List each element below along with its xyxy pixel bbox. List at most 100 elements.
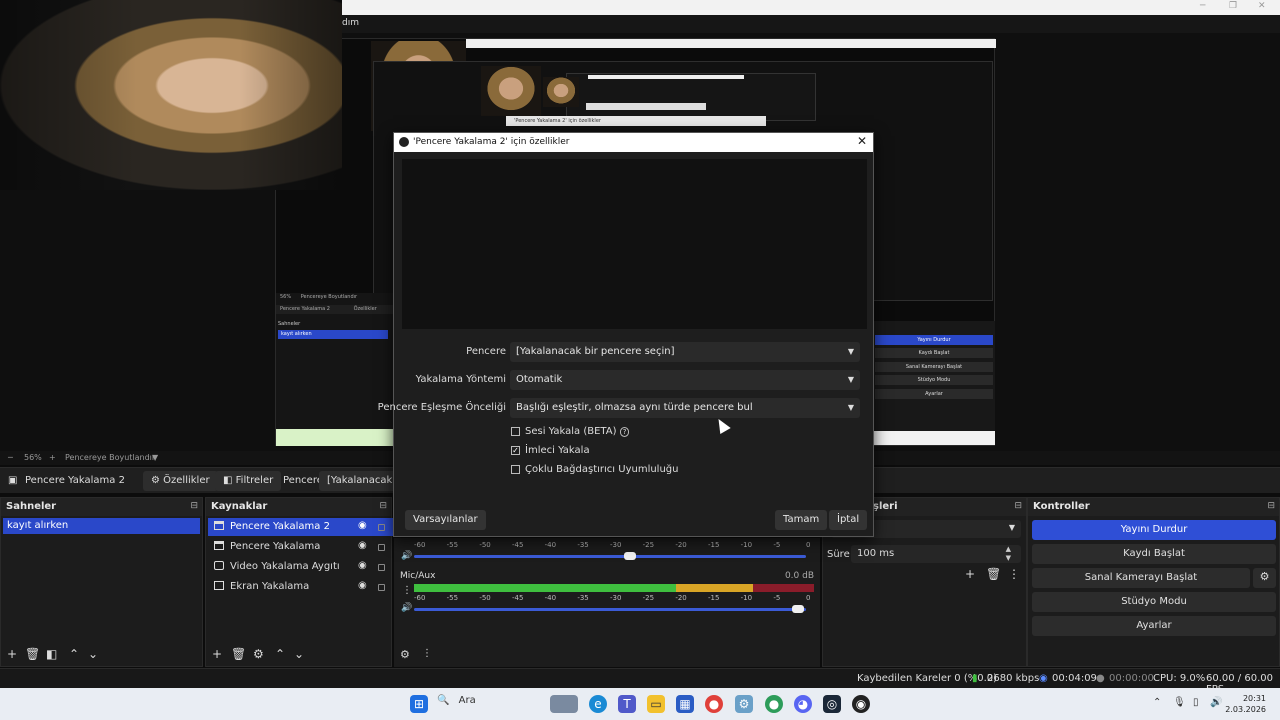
studio-mode-button[interactable]: Stüdyo Modu — [1032, 592, 1276, 612]
slider-knob[interactable] — [792, 605, 805, 613]
microphone-icon[interactable]: 🎙 — [1173, 697, 1186, 708]
lock-icon[interactable] — [378, 524, 385, 531]
mixer-settings-icon[interactable]: ⚙ — [400, 648, 410, 661]
chrome-profile-icon[interactable]: ● — [765, 695, 783, 713]
volume-slider[interactable] — [414, 605, 806, 613]
window-select[interactable]: [Yakalanacak bir pencere seçin] ▼ — [510, 342, 860, 362]
move-down-icon[interactable]: ⌄ — [294, 647, 304, 661]
steam-icon[interactable]: ◎ — [823, 695, 841, 713]
scenes-title-text: Sahneler — [6, 501, 57, 512]
slider-knob[interactable] — [623, 552, 636, 560]
source-row[interactable]: Pencere Yakalama ◉ — [208, 538, 396, 556]
discord-icon[interactable]: ◕ — [794, 695, 812, 713]
tray-chevron-icon[interactable]: ⌃ — [1153, 697, 1161, 708]
trash-icon[interactable]: 🗑 — [25, 647, 40, 661]
chevron-down-icon[interactable]: ▼ — [152, 453, 158, 462]
start-record-button[interactable]: Kaydı Başlat — [1032, 544, 1276, 564]
help-icon[interactable]: ? — [619, 427, 630, 437]
move-up-icon[interactable]: ⌃ — [69, 647, 79, 661]
add-icon[interactable]: + — [212, 647, 222, 661]
gear-icon[interactable]: ⚙ — [1253, 568, 1276, 588]
meter-tick-label: -10 — [740, 594, 753, 602]
eye-icon[interactable]: ◉ — [358, 540, 367, 551]
add-icon[interactable]: + — [7, 647, 17, 661]
minimize-icon[interactable]: ─ — [1200, 1, 1205, 11]
meter-tick-label: -40 — [544, 594, 557, 602]
undock-icon[interactable]: ⊟ — [1267, 501, 1275, 511]
stop-stream-button[interactable]: Yayını Durdur — [1032, 520, 1276, 540]
undock-icon[interactable]: ⊟ — [379, 501, 387, 511]
plus-icon[interactable]: + — [49, 453, 56, 462]
duration-input[interactable]: 100 ms ▲ ▼ — [851, 545, 1021, 563]
properties-button[interactable]: ⚙ Özellikler — [143, 471, 218, 491]
speaker-icon[interactable]: 🔊 — [401, 551, 412, 561]
spin-up-icon[interactable]: ▲ — [1006, 545, 1011, 553]
defaults-button[interactable]: Varsayılanlar — [405, 510, 486, 530]
window-select[interactable]: [Yakalanacak bir p — [319, 471, 399, 491]
lock-icon[interactable] — [378, 564, 385, 571]
lock-icon[interactable] — [378, 544, 385, 551]
volume-slider[interactable] — [414, 552, 806, 560]
filters-button[interactable]: ◧ Filtreler — [215, 471, 282, 491]
trash-icon[interactable]: 🗑 — [231, 647, 246, 661]
edge-icon[interactable]: e — [589, 695, 607, 713]
source-row[interactable]: Ekran Yakalama ◉ — [208, 578, 396, 596]
cancel-button[interactable]: İptal — [829, 510, 868, 530]
source-label: Video Yakalama Aygıtı — [230, 561, 340, 572]
more-icon[interactable]: ⋮ — [1008, 567, 1020, 581]
zoom-fit-label[interactable]: Pencereye Boyutlandır — [65, 453, 155, 462]
dialog-titlebar: 'Pencere Yakalama 2' için özellikler ✕ — [394, 133, 873, 152]
lock-icon[interactable] — [378, 584, 385, 591]
store-icon[interactable]: ▦ — [676, 695, 694, 713]
eye-icon[interactable]: ◉ — [358, 560, 367, 571]
scene-item[interactable]: kayıt alırken — [3, 518, 200, 534]
filter-icon[interactable]: ◧ — [46, 647, 57, 661]
obs-taskbar-icon[interactable]: ◉ — [852, 695, 870, 713]
close-icon[interactable]: ✕ — [857, 134, 867, 148]
trash-icon[interactable]: 🗑 — [986, 567, 1001, 581]
speaker-icon[interactable]: 🔊 — [401, 603, 412, 613]
more-icon[interactable]: ⋮ — [402, 585, 412, 596]
taskbar-search[interactable]: 🔍 Ara — [437, 695, 476, 706]
zoom-level[interactable]: 56% — [24, 453, 42, 462]
maximize-icon[interactable]: ❐ — [1229, 1, 1237, 11]
menu-item-help[interactable]: dım — [342, 18, 359, 28]
close-icon[interactable]: ✕ — [1258, 1, 1266, 11]
volume-icon[interactable]: 🔊 — [1210, 697, 1222, 708]
gear-icon[interactable]: ⚙ — [253, 647, 264, 661]
checkbox-box[interactable] — [511, 465, 520, 474]
taskbar-clock[interactable]: 20:31 2.03.2026 — [1225, 693, 1266, 715]
undock-icon[interactable]: ⊟ — [1014, 501, 1022, 511]
ok-button[interactable]: Tamam — [775, 510, 828, 530]
folder-icon[interactable]: ▭ — [647, 695, 665, 713]
eye-icon[interactable]: ◉ — [358, 580, 367, 591]
sources-title-text: Kaynaklar — [211, 501, 268, 512]
match-priority-select[interactable]: Başlığı eşleştir, olmazsa aynı türde pen… — [510, 398, 860, 418]
teams-icon[interactable]: T — [618, 695, 636, 713]
capture-method-select[interactable]: Otomatik ▼ — [510, 370, 860, 390]
record-icon: ● — [1096, 673, 1105, 684]
battery-icon[interactable]: ▯ — [1193, 697, 1199, 708]
add-icon[interactable]: + — [965, 567, 975, 581]
settings-button[interactable]: Ayarlar — [1032, 616, 1276, 636]
checkmark-icon[interactable]: ✓ — [511, 446, 520, 455]
chrome-icon[interactable]: ● — [705, 695, 723, 713]
more-icon[interactable]: ⋮ — [422, 648, 432, 659]
nested-props-label: Özellikler — [353, 306, 377, 312]
source-row[interactable]: Pencere Yakalama 2 ◉ — [208, 518, 396, 536]
eye-icon[interactable]: ◉ — [358, 520, 367, 531]
windows-start-icon[interactable]: ⊞ — [410, 695, 428, 713]
virtual-cam-button[interactable]: Sanal Kamerayı Başlat — [1032, 568, 1250, 588]
clock-time: 20:31 — [1242, 694, 1266, 703]
settings-app-icon[interactable]: ⚙ — [735, 695, 753, 713]
undock-icon[interactable]: ⊟ — [190, 501, 198, 511]
source-row[interactable]: Video Yakalama Aygıtı ◉ — [208, 558, 396, 576]
filters-label: Filtreler — [235, 475, 274, 486]
checkbox-box[interactable] — [511, 427, 520, 436]
minus-icon[interactable]: ─ — [8, 453, 13, 462]
spin-down-icon[interactable]: ▼ — [1006, 554, 1011, 562]
move-up-icon[interactable]: ⌃ — [275, 647, 285, 661]
move-down-icon[interactable]: ⌄ — [88, 647, 98, 661]
widgets-icon[interactable] — [550, 695, 578, 713]
obs-logo-icon — [399, 137, 409, 147]
